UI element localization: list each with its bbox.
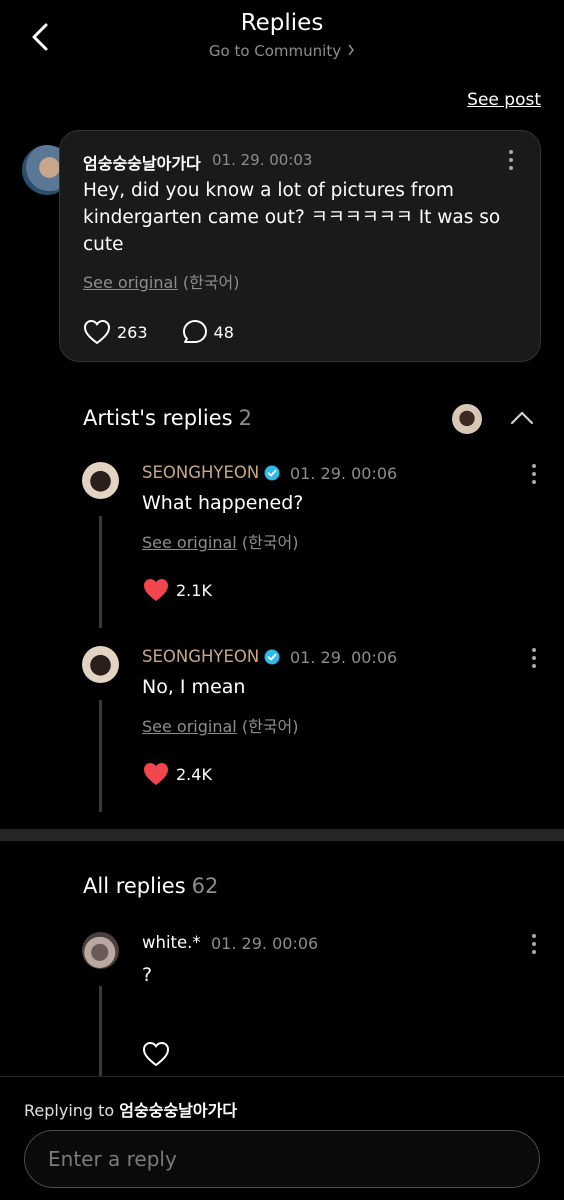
reply-more-icon[interactable] (522, 646, 546, 670)
reply-text: What happened? (142, 492, 304, 514)
post-actions: 263 48 (83, 317, 234, 347)
heart-outline-icon (142, 1041, 170, 1067)
see-original-link[interactable]: See original (142, 717, 237, 736)
comment-button[interactable]: 48 (182, 319, 234, 345)
reply-like-count: 2.1K (176, 580, 212, 600)
reply-avatar[interactable] (82, 646, 119, 683)
like-count: 263 (117, 322, 148, 342)
all-replies-heading: All replies 62 (83, 874, 218, 898)
go-to-community-label: Go to Community (208, 42, 342, 60)
post-more-icon[interactable] (499, 148, 523, 172)
like-button[interactable]: 263 (83, 319, 148, 345)
reply-date: 01. 29. 00:06 (290, 648, 398, 667)
reply-avatar[interactable] (82, 932, 119, 969)
heart-filled-icon (144, 579, 168, 601)
reply-author[interactable]: white.* (142, 933, 201, 952)
original-language: (한국어) (182, 273, 240, 292)
comment-bubble-icon (182, 320, 207, 343)
replies-screen: Replies Go to Community See post 엄숭숭숭날아가… (0, 0, 564, 1200)
post-date: 01. 29. 00:03 (212, 151, 313, 169)
all-replies-count: 62 (191, 874, 219, 898)
replying-prefix: Replying to (24, 1101, 115, 1120)
artist-replies-heading: Artist's replies 2 (83, 406, 252, 430)
thread-line (99, 700, 102, 812)
comment-count: 48 (213, 322, 234, 342)
heart-outline-icon (83, 319, 111, 345)
reply-translation: See original (한국어) (142, 713, 298, 737)
see-original-link[interactable]: See original (142, 533, 237, 552)
reply-like-count: 2.4K (176, 764, 212, 784)
replying-to-user: 엄숭숭숭날아가다 (119, 1101, 238, 1120)
reply-like-button[interactable]: 2.4K (142, 761, 212, 787)
reply-author-name: white.* (142, 933, 201, 952)
all-replies-title: All replies (83, 874, 186, 898)
artist-replies-count: 2 (238, 406, 252, 430)
post-translation: See original (한국어) (83, 269, 239, 293)
replying-to-label: Replying to 엄숭숭숭날아가다 (24, 1097, 237, 1121)
reply-text: ? (142, 964, 153, 986)
reply-author[interactable]: SEONGHYEON (142, 463, 280, 482)
go-to-community-link[interactable]: Go to Community (0, 42, 564, 60)
post-text: Hey, did you know a lot of pictures from… (83, 180, 501, 255)
reply-translation: See original (한국어) (142, 529, 298, 553)
reply-date: 01. 29. 00:06 (290, 464, 398, 483)
reply-author[interactable]: SEONGHYEON (142, 647, 280, 666)
artist-replies-title: Artist's replies (83, 406, 233, 430)
reply-more-icon[interactable] (522, 462, 546, 486)
chevron-right-icon (348, 44, 355, 56)
reply-avatar[interactable] (82, 462, 119, 499)
heart-filled-icon (144, 763, 168, 785)
verified-badge-icon (264, 649, 280, 664)
thread-line (99, 986, 102, 1076)
reply-author-name: SEONGHYEON (142, 463, 260, 482)
reply-text: No, I mean (142, 676, 246, 698)
see-post-link[interactable]: See post (467, 90, 541, 110)
original-language: (한국어) (241, 533, 299, 552)
section-divider (0, 829, 564, 841)
chevron-up-icon[interactable] (508, 404, 536, 432)
reply-like-button[interactable]: 2.1K (142, 577, 212, 603)
reply-like-button[interactable] (142, 1041, 176, 1067)
artist-thumb-avatar (452, 404, 482, 434)
reply-composer: Replying to 엄숭숭숭날아가다 (0, 1076, 564, 1200)
post-card: 엄숭숭숭날아가다 01. 29. 00:03 Hey, did you know… (59, 130, 541, 362)
page-title: Replies (240, 10, 324, 36)
see-original-link[interactable]: See original (83, 273, 178, 292)
reply-date: 01. 29. 00:06 (211, 934, 319, 953)
reply-author-name: SEONGHYEON (142, 647, 260, 666)
post-author-name[interactable]: 엄숭숭숭날아가다 (83, 150, 201, 174)
original-language: (한국어) (241, 717, 299, 736)
verified-badge-icon (264, 465, 280, 480)
thread-line (99, 516, 102, 628)
reply-more-icon[interactable] (522, 932, 546, 956)
reply-input[interactable] (24, 1130, 540, 1188)
